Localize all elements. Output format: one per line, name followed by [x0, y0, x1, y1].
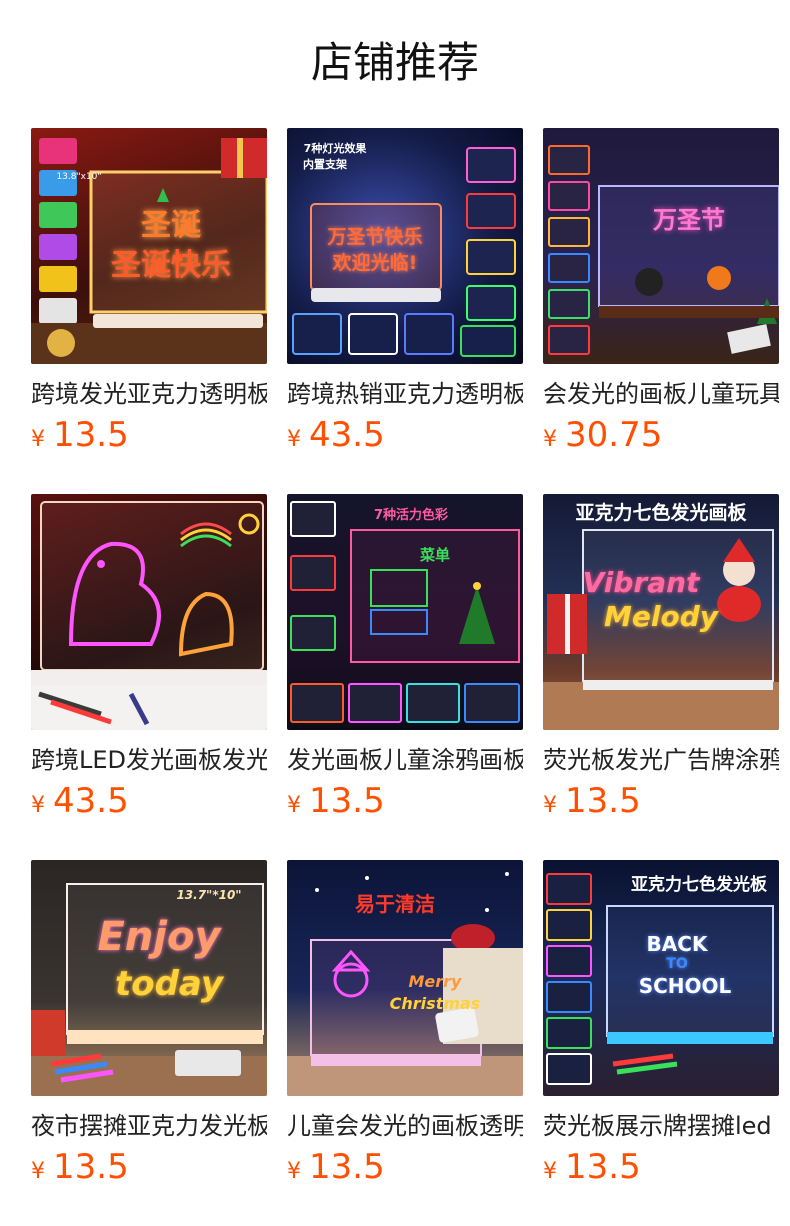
product-title[interactable]: 夜市摆摊亚克力发光板: [31, 1110, 267, 1142]
product-price: ¥13.5: [31, 414, 267, 456]
image-header: 亚克力七色发光板: [631, 875, 767, 895]
product-card[interactable]: 13.8"x10" 圣诞 圣诞快乐 跨境发光亚克力透明板 ¥13.5: [31, 128, 267, 456]
image-text-main: BACK: [646, 932, 708, 956]
product-price: ¥13.5: [543, 1146, 779, 1188]
product-card[interactable]: 万圣节 会发光的画板儿童玩具 ¥30.75: [543, 128, 779, 456]
product-title[interactable]: 跨境热销亚克力透明板: [287, 378, 523, 410]
image-text-sub: today: [114, 964, 223, 1004]
price-value: 13.5: [309, 781, 385, 821]
product-image[interactable]: 易于清洁 Merry Christmas: [287, 860, 523, 1096]
price-value: 13.5: [565, 1147, 641, 1187]
price-value: 13.5: [309, 1147, 385, 1187]
image-header-2: 内置支架: [303, 158, 347, 171]
currency-symbol: ¥: [287, 1159, 301, 1184]
product-title[interactable]: 跨境发光亚克力透明板: [31, 378, 267, 410]
product-title[interactable]: 跨境LED发光画板发光: [31, 744, 267, 776]
product-card[interactable]: 13.7"*10" Enjoy today 夜市摆摊亚克力发光板 ¥13.5: [31, 860, 267, 1188]
image-text-sub: SCHOOL: [638, 974, 732, 998]
price-value: 30.75: [565, 415, 663, 455]
product-card[interactable]: 易于清洁 Merry Christmas 儿童会发光的画板透明 ¥13.5: [287, 860, 523, 1188]
product-price: ¥13.5: [287, 1146, 523, 1188]
image-text-main: 万圣节: [653, 206, 725, 234]
currency-symbol: ¥: [287, 427, 301, 452]
image-text-sub: 欢迎光临!: [332, 252, 418, 274]
currency-symbol: ¥: [543, 1159, 557, 1184]
product-illustration: [31, 501, 267, 730]
product-title[interactable]: 会发光的画板儿童玩具: [543, 378, 779, 410]
price-value: 13.5: [53, 415, 129, 455]
product-image[interactable]: 13.8"x10" 圣诞 圣诞快乐: [31, 128, 267, 364]
product-illustration: [548, 145, 779, 355]
section-title: 店铺推荐: [310, 38, 479, 87]
product-title[interactable]: 发光画板儿童涂鸦画板: [287, 744, 523, 776]
image-text-size: 13.7"*10": [176, 888, 242, 902]
image-text-mid: TO: [666, 956, 688, 972]
product-title[interactable]: 荧光板发光广告牌涂鸦: [543, 744, 779, 776]
image-text-sub: Christmas: [389, 994, 481, 1013]
image-text-main: Enjoy: [97, 914, 221, 960]
product-card[interactable]: 7种活力色彩 菜单 发光画板儿童涂鸦画板 ¥13.5: [287, 494, 523, 822]
image-header: 易于清洁: [355, 892, 435, 916]
currency-symbol: ¥: [31, 793, 45, 818]
image-text-main: 圣诞: [141, 208, 201, 243]
product-image[interactable]: 7种活力色彩 菜单: [287, 494, 523, 730]
product-image[interactable]: 7种灯光效果 内置支架 万圣节快乐 欢迎光临!: [287, 128, 523, 364]
image-text-main: Vibrant: [582, 566, 700, 599]
image-text-sub: 圣诞快乐: [111, 248, 231, 283]
product-image[interactable]: 13.7"*10" Enjoy today: [31, 860, 267, 1096]
product-card[interactable]: 亚克力七色发光画板 Vibrant Melody 荧光板发光广告牌涂鸦 ¥13.…: [543, 494, 779, 822]
product-illustration: [290, 501, 520, 723]
image-text-main: Merry: [408, 972, 462, 991]
shop-recommendations-page: 店铺推荐 13.8"x10" 圣诞 圣诞快乐 跨境发光亚克力透明板 ¥ 13.5…: [0, 0, 790, 1226]
product-price: ¥13.5: [31, 1146, 267, 1188]
product-image[interactable]: [31, 494, 267, 730]
price-value: 13.5: [53, 1147, 129, 1187]
product-price: ¥13.5: [543, 780, 779, 822]
image-header: 亚克力七色发光画板: [575, 502, 747, 524]
currency-symbol: ¥: [31, 1159, 45, 1184]
image-header: 7种灯光效果: [303, 142, 367, 155]
product-price: ¥43.5: [31, 780, 267, 822]
image-header: 7种活力色彩: [373, 508, 449, 523]
product-title[interactable]: 荧光板展示牌摆摊led: [543, 1110, 779, 1142]
product-image[interactable]: 万圣节: [543, 128, 779, 364]
product-card[interactable]: 7种灯光效果 内置支架 万圣节快乐 欢迎光临! 跨境热销亚克力透明板 ¥43.5: [287, 128, 523, 456]
currency-symbol: ¥: [543, 793, 557, 818]
currency-symbol: ¥: [31, 427, 45, 452]
product-image[interactable]: 亚克力七色发光板 BACK TO SCHOOL: [543, 860, 779, 1096]
currency-symbol: ¥: [287, 793, 301, 818]
image-text-size: 13.8"x10": [56, 172, 102, 182]
product-card[interactable]: 亚克力七色发光板 BACK TO SCHOOL 荧光板展示牌摆摊led ¥13.…: [543, 860, 779, 1188]
image-text-main: 万圣节快乐: [327, 226, 423, 248]
price-value: 43.5: [309, 415, 385, 455]
product-price: ¥30.75: [543, 414, 779, 456]
currency-symbol: ¥: [543, 427, 557, 452]
product-price: ¥13.5: [287, 780, 523, 822]
image-text-main: 菜单: [419, 546, 450, 564]
price-value: 13.5: [565, 781, 641, 821]
image-text-sub: Melody: [604, 600, 718, 633]
product-price: ¥43.5: [287, 414, 523, 456]
product-image[interactable]: 亚克力七色发光画板 Vibrant Melody: [543, 494, 779, 730]
product-card[interactable]: 跨境LED发光画板发光 ¥43.5: [31, 494, 267, 822]
price-value: 43.5: [53, 781, 129, 821]
product-title[interactable]: 儿童会发光的画板透明: [287, 1110, 523, 1142]
